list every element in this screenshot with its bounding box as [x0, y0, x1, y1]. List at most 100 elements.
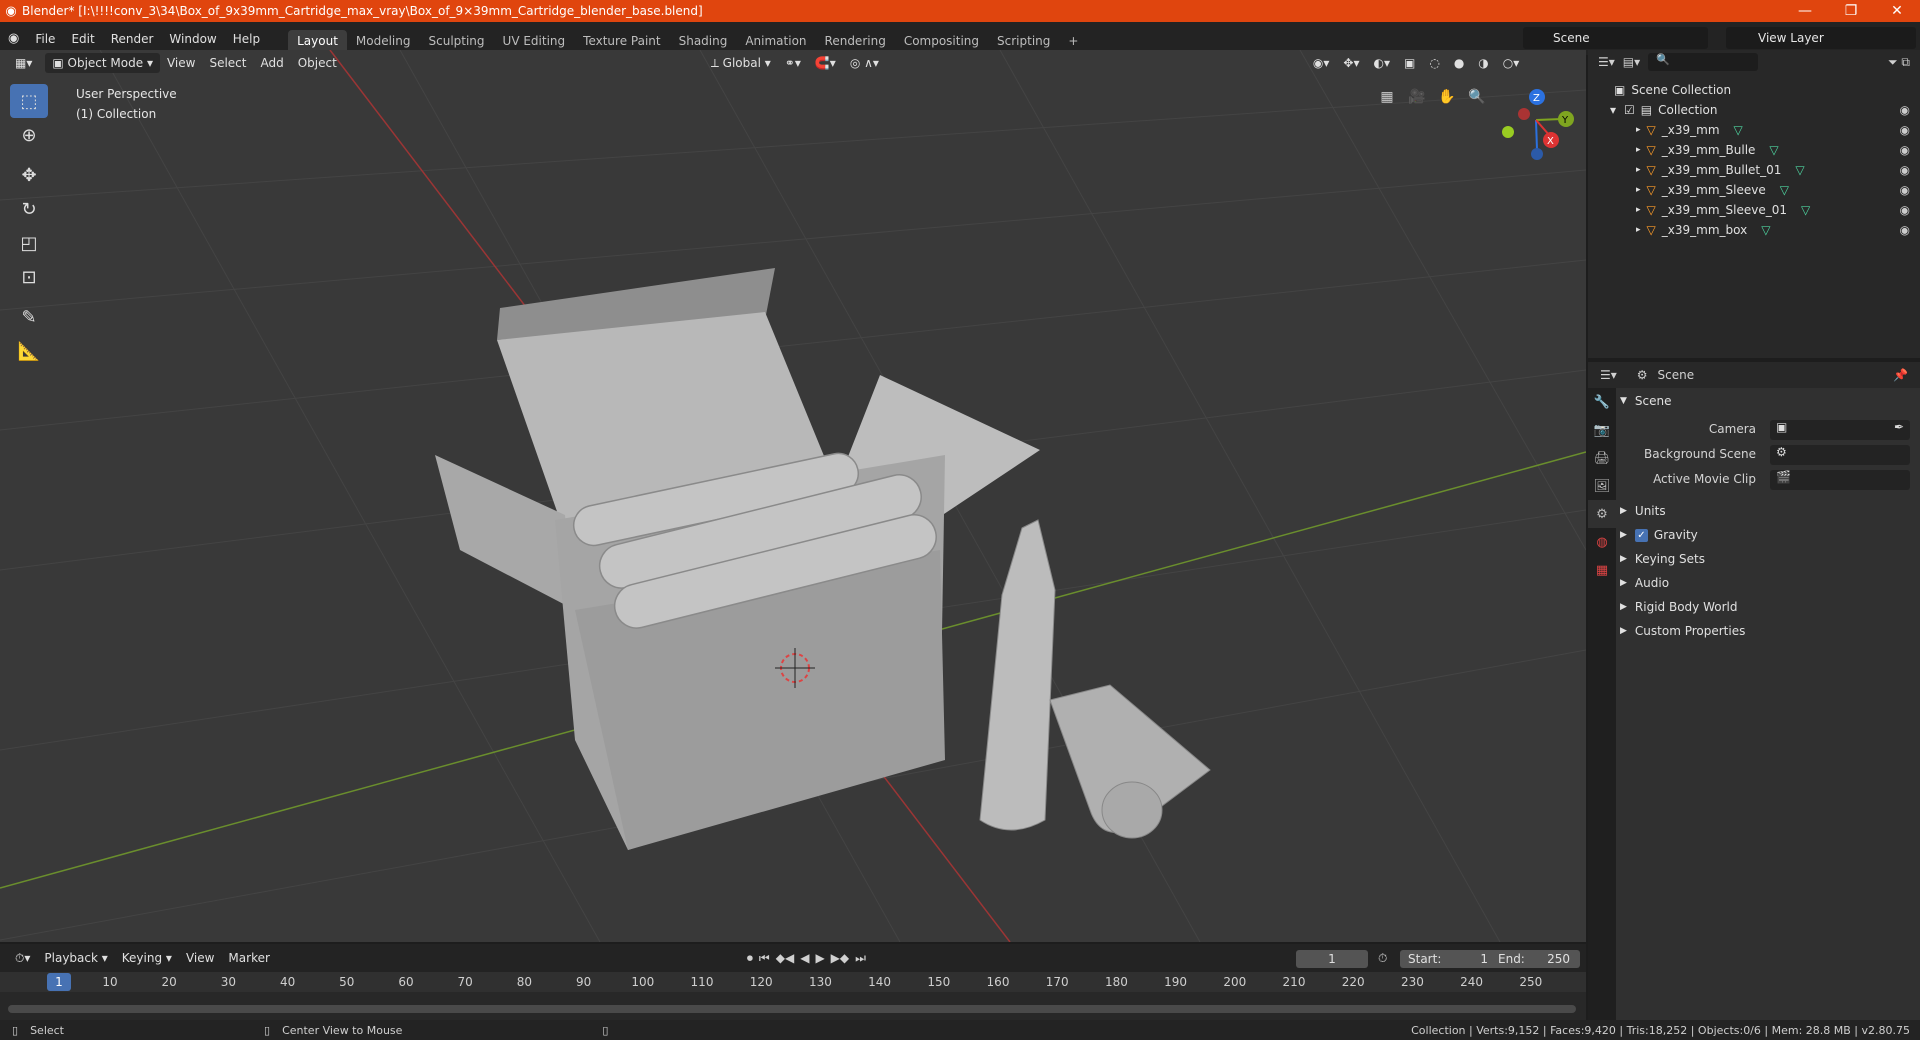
- background-scene-field[interactable]: ⚙: [1770, 445, 1910, 465]
- current-frame-indicator[interactable]: 1: [47, 973, 71, 991]
- scale-tool-icon[interactable]: ◰: [10, 226, 48, 260]
- marker-menu[interactable]: Marker: [221, 948, 276, 968]
- visibility-icon[interactable]: ◉▾: [1306, 53, 1337, 73]
- expand-icon[interactable]: ▸: [1636, 165, 1641, 175]
- mode-dropdown[interactable]: ▣ Object Mode ▾: [45, 53, 160, 73]
- mesh-data-icon[interactable]: ▽: [1734, 123, 1743, 137]
- playback-menu[interactable]: Playback ▾: [37, 948, 114, 968]
- menu-select[interactable]: Select: [202, 53, 253, 73]
- menu-view[interactable]: View: [160, 53, 202, 73]
- tab-animation[interactable]: Animation: [736, 30, 815, 52]
- jump-end-icon[interactable]: ⏭: [855, 951, 866, 966]
- properties-editor-icon[interactable]: ☰▾: [1600, 368, 1617, 382]
- visibility-eye-icon[interactable]: ◉: [1900, 143, 1910, 157]
- 3d-viewport[interactable]: Z Y X: [0, 50, 1586, 942]
- shading-material-icon[interactable]: ◑: [1471, 53, 1495, 73]
- world-tab-icon[interactable]: ◍: [1588, 528, 1616, 556]
- expand-icon[interactable]: ▸: [1636, 205, 1641, 215]
- snap-icon[interactable]: 🧲▾: [808, 53, 843, 73]
- view-layer-tab-icon[interactable]: 🖼: [1588, 472, 1616, 500]
- active-movie-clip-field[interactable]: 🎬: [1770, 470, 1910, 490]
- mesh-data-icon[interactable]: ▽: [1801, 203, 1810, 217]
- tab-scripting[interactable]: Scripting: [988, 30, 1059, 52]
- maximize-button[interactable]: ❐: [1828, 3, 1874, 19]
- mesh-data-icon[interactable]: ▽: [1780, 183, 1789, 197]
- mesh-data-icon[interactable]: ▽: [1761, 223, 1770, 237]
- record-icon[interactable]: ⏺: [747, 951, 753, 966]
- tab-modeling[interactable]: Modeling: [347, 30, 420, 52]
- visibility-eye-icon[interactable]: ◉: [1900, 123, 1910, 137]
- annotate-tool-icon[interactable]: ✎: [10, 300, 48, 334]
- scene-selector[interactable]: Scene: [1523, 27, 1708, 49]
- filter-icon[interactable]: ⏷ ⧉: [1888, 55, 1910, 70]
- output-tab-icon[interactable]: 🖨: [1588, 444, 1616, 472]
- rigid-body-world-panel[interactable]: ▶ Rigid Body World: [1620, 596, 1916, 618]
- menu-edit[interactable]: Edit: [63, 32, 102, 46]
- minimize-button[interactable]: —: [1782, 3, 1828, 19]
- pan-hand-icon[interactable]: ✋: [1436, 86, 1458, 108]
- rotate-tool-icon[interactable]: ↻: [10, 192, 48, 226]
- checkbox-icon[interactable]: ☑: [1624, 103, 1635, 117]
- scene-collection-row[interactable]: ▣ Scene Collection: [1588, 80, 1920, 100]
- visibility-eye-icon[interactable]: ◉: [1900, 223, 1910, 237]
- timeline-editor-icon[interactable]: ⏱▾: [8, 948, 37, 969]
- pivot-icon[interactable]: ⚭▾: [778, 53, 808, 73]
- measure-tool-icon[interactable]: 📐: [10, 334, 48, 368]
- tab-uv-editing[interactable]: UV Editing: [494, 30, 575, 52]
- shading-wireframe-icon[interactable]: ◌: [1422, 53, 1446, 73]
- units-panel[interactable]: ▶ Units: [1620, 500, 1916, 522]
- tab-compositing[interactable]: Compositing: [895, 30, 988, 52]
- timeline-view-menu[interactable]: View: [179, 948, 221, 968]
- camera-field[interactable]: ▣ ✒: [1770, 420, 1910, 440]
- tab-rendering[interactable]: Rendering: [816, 30, 895, 52]
- keying-sets-panel[interactable]: ▶ Keying Sets: [1620, 548, 1916, 570]
- outliner-item[interactable]: ▸ ▽ _x39_mm_Bullet_01 ▽ ◉: [1588, 160, 1920, 180]
- expand-icon[interactable]: ▸: [1636, 225, 1641, 235]
- menu-object[interactable]: Object: [291, 53, 344, 73]
- expand-icon[interactable]: ▸: [1636, 185, 1641, 195]
- timeline-scrollbar[interactable]: [8, 1005, 1576, 1013]
- camera-view-icon[interactable]: 🎥: [1406, 86, 1428, 108]
- outliner-item[interactable]: ▸ ▽ _x39_mm_Sleeve_01 ▽ ◉: [1588, 200, 1920, 220]
- menu-help[interactable]: Help: [225, 32, 268, 46]
- gravity-panel[interactable]: ▶ ✓ Gravity: [1620, 524, 1916, 546]
- audio-panel[interactable]: ▶ Audio: [1620, 572, 1916, 594]
- tab-sculpting[interactable]: Sculpting: [420, 30, 494, 52]
- shading-solid-icon[interactable]: ●: [1447, 53, 1471, 73]
- select-box-tool-icon[interactable]: ⬚: [10, 84, 48, 118]
- keying-menu[interactable]: Keying ▾: [115, 948, 179, 968]
- proportional-edit-icon[interactable]: ◎ ∧▾: [843, 53, 886, 73]
- editor-type-icon[interactable]: ▦▾: [8, 53, 39, 73]
- move-tool-icon[interactable]: ✥: [10, 158, 48, 192]
- display-mode-icon[interactable]: ▤▾: [1623, 55, 1640, 69]
- shading-rendered-icon[interactable]: ○▾: [1496, 53, 1527, 73]
- blender-menu-icon[interactable]: ◉: [0, 31, 27, 46]
- add-workspace-icon[interactable]: +: [1059, 30, 1087, 52]
- outliner-item[interactable]: ▸ ▽ _x39_mm_box ▽ ◉: [1588, 220, 1920, 240]
- prev-keyframe-icon[interactable]: ◆◀: [776, 951, 794, 966]
- close-button[interactable]: ✕: [1874, 3, 1920, 19]
- mesh-data-icon[interactable]: ▽: [1795, 163, 1804, 177]
- expand-toggle-icon[interactable]: ▾: [1610, 103, 1616, 117]
- expand-icon[interactable]: ▸: [1636, 145, 1641, 155]
- transform-tool-icon[interactable]: ⊡: [10, 260, 48, 294]
- tab-shading[interactable]: Shading: [670, 30, 737, 52]
- visibility-eye-icon[interactable]: ◉: [1900, 163, 1910, 177]
- overlay-toggle-icon[interactable]: ◐▾: [1366, 53, 1397, 73]
- visibility-eye-icon[interactable]: ◉: [1900, 183, 1910, 197]
- tab-layout[interactable]: Layout: [288, 29, 347, 52]
- outliner-search-input[interactable]: 🔍: [1648, 53, 1759, 71]
- menu-render[interactable]: Render: [103, 32, 162, 46]
- grid-view-icon[interactable]: ▦: [1376, 86, 1398, 108]
- tool-tab-icon[interactable]: 🔧: [1588, 388, 1616, 416]
- render-tab-icon[interactable]: 📷: [1588, 416, 1616, 444]
- current-frame-field[interactable]: 1: [1296, 950, 1368, 968]
- expand-icon[interactable]: ▸: [1636, 125, 1641, 135]
- outliner-editor-icon[interactable]: ☰▾: [1598, 55, 1615, 69]
- gravity-checkbox[interactable]: ✓: [1634, 528, 1648, 542]
- view-layer-selector[interactable]: View Layer: [1726, 27, 1916, 49]
- cursor-tool-icon[interactable]: ⊕: [10, 118, 48, 152]
- scene-section-header[interactable]: ▼ Scene: [1620, 390, 1916, 412]
- menu-add[interactable]: Add: [253, 53, 290, 73]
- menu-window[interactable]: Window: [161, 32, 224, 46]
